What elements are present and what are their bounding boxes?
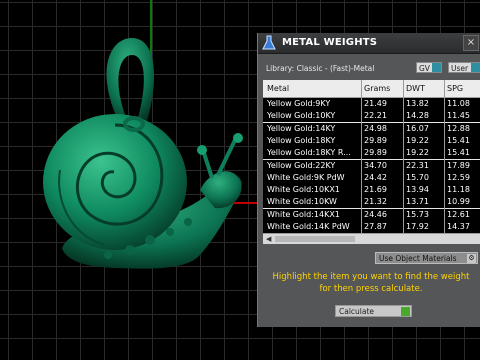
gv-select[interactable]: GV [416, 62, 442, 73]
table-cell: 17.92 [406, 222, 429, 231]
flask-icon [262, 35, 276, 50]
table-cell: 22.21 [364, 111, 387, 121]
panel-title: METAL WEIGHTS [282, 37, 378, 48]
table-cell: 15.70 [406, 172, 429, 182]
close-button[interactable]: × [463, 35, 479, 51]
calculate-button[interactable]: Calculate [335, 305, 412, 317]
column-divider [403, 80, 404, 233]
dropdown-icon [432, 63, 441, 72]
table-cell: 15.41 [447, 148, 470, 158]
table-cell: White Gold:14KX1 [267, 209, 340, 219]
instruction-text: Highlight the item you want to find the … [272, 272, 470, 294]
table-cell: 24.46 [364, 209, 387, 219]
table-cell: White Gold:10KX1 [267, 185, 340, 195]
table-row[interactable]: White Gold:14K PdW 27.87 17.92 14.37 [263, 221, 480, 233]
table-cell: 17.89 [447, 160, 470, 170]
table-cell: 14.28 [406, 111, 429, 121]
dropdown-icon [471, 63, 480, 72]
table-cell: Yellow Gold:10KY [267, 111, 336, 121]
table-cell: Yellow Gold:9KY [267, 99, 331, 108]
table-row[interactable]: Yellow Gold:14KY 24.98 16.07 12.88 [263, 122, 480, 135]
table-cell: 16.07 [406, 123, 429, 133]
table-cell: 14.37 [447, 222, 470, 231]
table-cell: 27.87 [364, 222, 387, 231]
table-cell: 21.69 [364, 185, 387, 195]
table-cell: 12.59 [447, 172, 470, 182]
horizontal-scrollbar[interactable]: ◀ [263, 233, 480, 244]
table-row[interactable]: Yellow Gold:18KY R... 29.89 19.22 15.41 [263, 147, 480, 160]
table-cell: 19.22 [406, 135, 429, 145]
column-header-spg[interactable]: SPG [447, 84, 463, 93]
table-cell: 13.82 [406, 99, 429, 108]
table-cell: 24.98 [364, 123, 387, 133]
table-cell: Yellow Gold:14KY [267, 123, 336, 133]
table-header: Metal Grams DWT SPG [263, 80, 480, 98]
library-label: Library: Classic - (Fast)-Metal [266, 64, 375, 73]
table-cell: 13.71 [406, 197, 429, 207]
table-cell: 29.89 [364, 148, 387, 158]
table-cell: Yellow Gold:22KY [267, 160, 336, 170]
table-cell: 13.94 [406, 185, 429, 195]
table-cell: 24.42 [364, 172, 387, 182]
table-row[interactable]: White Gold:10KW 21.32 13.71 10.99 [263, 196, 480, 209]
table-cell: White Gold:9K PdW [267, 172, 345, 182]
table-cell: 12.61 [447, 209, 470, 219]
table-cell: 19.22 [406, 148, 429, 158]
scrollbar-thumb[interactable] [275, 236, 355, 242]
table-cell: 10.99 [447, 197, 470, 207]
table-cell: 21.49 [364, 99, 387, 108]
table-cell: 21.32 [364, 197, 387, 207]
table-cell: 11.45 [447, 111, 470, 121]
scroll-left-icon[interactable]: ◀ [266, 235, 271, 243]
play-icon [401, 307, 410, 316]
column-header-grams[interactable]: Grams [364, 84, 390, 93]
table-cell: 29.89 [364, 135, 387, 145]
metal-weights-table: Metal Grams DWT SPG Yellow Gold:9KY 21.49… [263, 80, 480, 233]
table-cell: White Gold:14K PdW [267, 222, 350, 231]
table-cell: Yellow Gold:18KY [267, 135, 336, 145]
column-divider [444, 80, 445, 233]
table-cell: 22.31 [406, 160, 429, 170]
table-row[interactable]: White Gold:14KX1 24.46 15.73 12.61 [263, 208, 480, 221]
table-row[interactable]: Yellow Gold:9KY 21.49 13.82 11.08 [263, 98, 480, 110]
gear-icon: ⚙ [467, 254, 476, 263]
panel-titlebar[interactable]: METAL WEIGHTS × [258, 33, 480, 54]
metal-weights-panel: METAL WEIGHTS × Library: Classic - (Fast… [257, 33, 480, 327]
table-cell: Yellow Gold:18KY R... [267, 148, 351, 158]
column-header-metal[interactable]: Metal [267, 84, 289, 93]
column-header-dwt[interactable]: DWT [406, 84, 425, 93]
table-row[interactable]: White Gold:10KX1 21.69 13.94 11.18 [263, 184, 480, 197]
table-row[interactable]: White Gold:9K PdW 24.42 15.70 12.59 [263, 171, 480, 184]
table-cell: 11.08 [447, 99, 470, 108]
table-cell: 34.70 [364, 160, 387, 170]
user-select[interactable]: User [448, 62, 480, 73]
table-cell: 11.18 [447, 185, 470, 195]
table-cell: 15.41 [447, 135, 470, 145]
table-cell: White Gold:10KW [267, 197, 337, 207]
table-row[interactable]: Yellow Gold:22KY 34.70 22.31 17.89 [263, 159, 480, 172]
table-cell: 12.88 [447, 123, 470, 133]
material-select[interactable]: Use Object Materials ⚙ [375, 252, 478, 264]
column-divider [361, 80, 362, 233]
table-row[interactable]: Yellow Gold:18KY 29.89 19.22 15.41 [263, 134, 480, 147]
table-row[interactable]: Yellow Gold:10KY 22.21 14.28 11.45 [263, 110, 480, 123]
table-cell: 15.73 [406, 209, 429, 219]
